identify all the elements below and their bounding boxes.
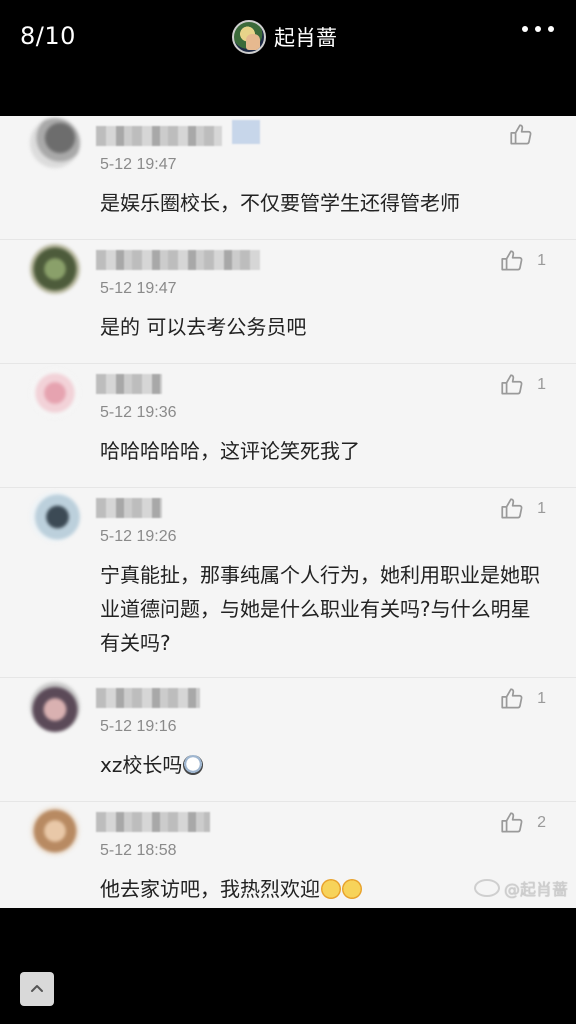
blurred-avatar — [30, 806, 80, 856]
like-button[interactable]: 1 — [499, 248, 546, 274]
blurred-username — [96, 126, 222, 146]
top-bar: 8/10 起肖蔷 — [0, 0, 576, 76]
comment-time: 5-12 19:47 — [100, 156, 177, 173]
like-button[interactable]: 2 — [499, 810, 546, 836]
scroll-up-button[interactable] — [20, 972, 54, 1006]
comment-item: 1 5-12 19:26 宁真能扯，那事纯属个人行为，她利用职业是她职业道德问题… — [0, 488, 576, 678]
thumbs-up-icon — [501, 374, 523, 395]
blurred-username — [96, 374, 162, 394]
comment-time: 5-12 18:58 — [100, 842, 177, 859]
thumbs-up-icon — [501, 498, 523, 519]
like-count: 1 — [537, 690, 546, 707]
more-dots-icon[interactable] — [522, 26, 554, 32]
author-chip[interactable]: 起肖蔷 — [232, 18, 337, 56]
comment-text: xz校长吗 — [100, 748, 548, 782]
comment-text: 哈哈哈哈哈，这评论笑死我了 — [100, 439, 360, 463]
blurred-username — [96, 250, 260, 270]
dot — [535, 26, 541, 32]
comment-time: 5-12 19:36 — [100, 404, 177, 421]
comment-text-content: 他去家访吧，我热烈欢迎 — [100, 877, 320, 901]
comment-text-content: xz校长吗 — [100, 753, 183, 777]
chevron-up-icon — [31, 985, 43, 992]
sad-face-icon — [321, 879, 341, 899]
comment-item: 1 5-12 19:36 哈哈哈哈哈，这评论笑死我了 — [0, 364, 576, 488]
author-name[interactable]: 起肖蔷 — [274, 22, 337, 52]
thumbs-up-icon — [501, 250, 523, 271]
blurred-username — [96, 688, 200, 708]
like-button[interactable] — [508, 122, 546, 148]
comment-text: 是的 可以去考公务员吧 — [100, 315, 307, 339]
blurred-avatar — [30, 244, 80, 294]
comment-item: 5-12 19:47 是娱乐圈校长，不仅要管学生还得管老师 — [0, 116, 576, 240]
comment-time: 5-12 19:26 — [100, 528, 177, 545]
blurred-badge — [232, 120, 260, 144]
comment-time: 5-12 19:47 — [100, 280, 177, 297]
comment-item: 1 5-12 19:16 xz校长吗 — [0, 678, 576, 802]
crying-face-icon — [183, 755, 204, 775]
sad-face-icon — [342, 879, 362, 899]
blurred-avatar — [30, 682, 80, 732]
thumbs-up-icon — [501, 812, 523, 833]
comment-item: 1 5-12 19:47 是的 可以去考公务员吧 — [0, 240, 576, 364]
watermark-text: @起肖蔷 — [503, 880, 568, 899]
weibo-logo-icon — [473, 879, 500, 897]
like-count: 1 — [537, 500, 546, 517]
author-avatar[interactable] — [232, 20, 266, 54]
like-count: 1 — [537, 252, 546, 269]
comment-screenshot: 5-12 19:47 是娱乐圈校长，不仅要管学生还得管老师 1 5-12 19:… — [0, 116, 576, 908]
dot — [548, 26, 554, 32]
dot — [522, 26, 528, 32]
blurred-username — [96, 498, 162, 518]
like-button[interactable]: 1 — [499, 496, 546, 522]
weibo-watermark: @起肖蔷 — [473, 876, 568, 900]
thumbs-up-icon — [501, 688, 523, 709]
blurred-username — [96, 812, 210, 832]
like-button[interactable]: 1 — [499, 686, 546, 712]
comment-text: 宁真能扯，那事纯属个人行为，她利用职业是她职业道德问题，与她是什么职业有关吗?与… — [100, 563, 540, 655]
blurred-avatar — [30, 368, 80, 418]
thumbs-up-icon — [510, 124, 532, 145]
comment-text: 是娱乐圈校长，不仅要管学生还得管老师 — [100, 191, 460, 215]
like-count: 2 — [537, 814, 546, 831]
like-button[interactable]: 1 — [499, 372, 546, 398]
blurred-avatar — [30, 118, 80, 168]
image-counter: 8/10 — [20, 22, 76, 50]
blurred-avatar — [30, 492, 80, 542]
comment-time: 5-12 19:16 — [100, 718, 177, 735]
like-count: 1 — [537, 376, 546, 393]
